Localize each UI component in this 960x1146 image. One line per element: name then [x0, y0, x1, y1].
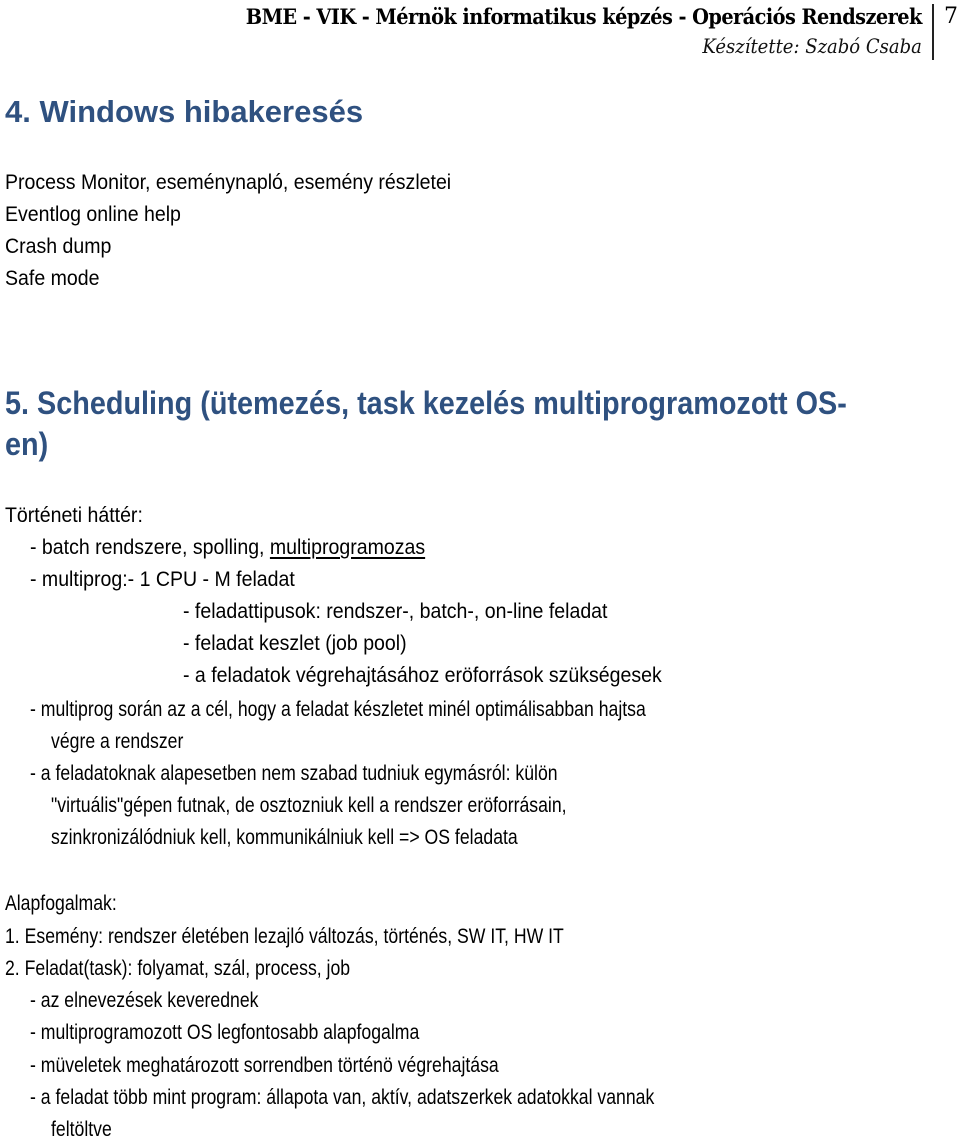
section-5-heading-continuation: en)	[5, 426, 49, 462]
history-item: - batch rendszere, spolling, multiprogra…	[30, 532, 425, 564]
header-text: BME - VIK - Mérnök informatikus képzés -…	[187, 2, 923, 60]
section-4-item: Crash dump	[5, 235, 112, 258]
basics-label: Alapfogalmak:	[5, 892, 117, 915]
history-subitem: - feladat keszlet (job pool)	[183, 632, 407, 655]
basics-subitem: - az elnevezések keverednek	[30, 989, 259, 1012]
header-title: BME - VIK - Mérnök informatikus képzés -…	[245, 4, 923, 29]
history-subitem: - feladattipusok: rendszer-, batch-, on-…	[183, 600, 608, 623]
basics-item: 1. Esemény: rendszer életében lezajló vá…	[5, 925, 564, 948]
history-subitem: - a feladatok végrehajtásához eröforráso…	[183, 664, 662, 687]
header-divider	[932, 4, 934, 60]
basics-subitem: - a feladat több mint program: állapota …	[30, 1086, 655, 1109]
underlined-term: multiprogramozas	[269, 536, 426, 559]
basics-item: 2. Feladat(task): folyamat, szál, proces…	[5, 957, 351, 980]
page-number: 7	[944, 4, 958, 29]
section-4-heading: 4. Windows hibakeresés	[5, 94, 364, 129]
history-item-continuation: "virtuális"gépen futnak, de osztozniuk k…	[51, 794, 567, 817]
section-4-item: Safe mode	[5, 267, 100, 290]
basics-subitem-continuation: feltöltve	[51, 1118, 112, 1141]
section-5-heading: 5. Scheduling (ütemezés, task kezelés mu…	[5, 385, 847, 421]
history-label: Történeti háttér:	[5, 504, 143, 527]
section-4-item: Process Monitor, eseménynapló, esemény r…	[5, 171, 452, 194]
history-item-continuation: végre a rendszer	[51, 730, 184, 753]
history-item: - a feladatoknak alapesetben nem szabad …	[30, 762, 558, 785]
history-item: - multiprog során az a cél, hogy a felad…	[30, 698, 646, 721]
history-item: - multiprog:- 1 CPU - M feladat	[30, 568, 295, 591]
header-author: Készítette: Szabó Csaba	[702, 34, 922, 58]
history-item-text: - batch rendszere, spolling,	[30, 536, 270, 559]
history-item-continuation: szinkronizálódniuk kell, kommunikálniuk …	[51, 826, 518, 849]
basics-subitem: - multiprogramozott OS legfontosabb alap…	[30, 1021, 420, 1044]
section-4-item: Eventlog online help	[5, 203, 181, 226]
page-header: BME - VIK - Mérnök informatikus képzés -…	[0, 0, 960, 64]
basics-subitem: - müveletek meghatározott sorrendben tör…	[30, 1054, 499, 1077]
